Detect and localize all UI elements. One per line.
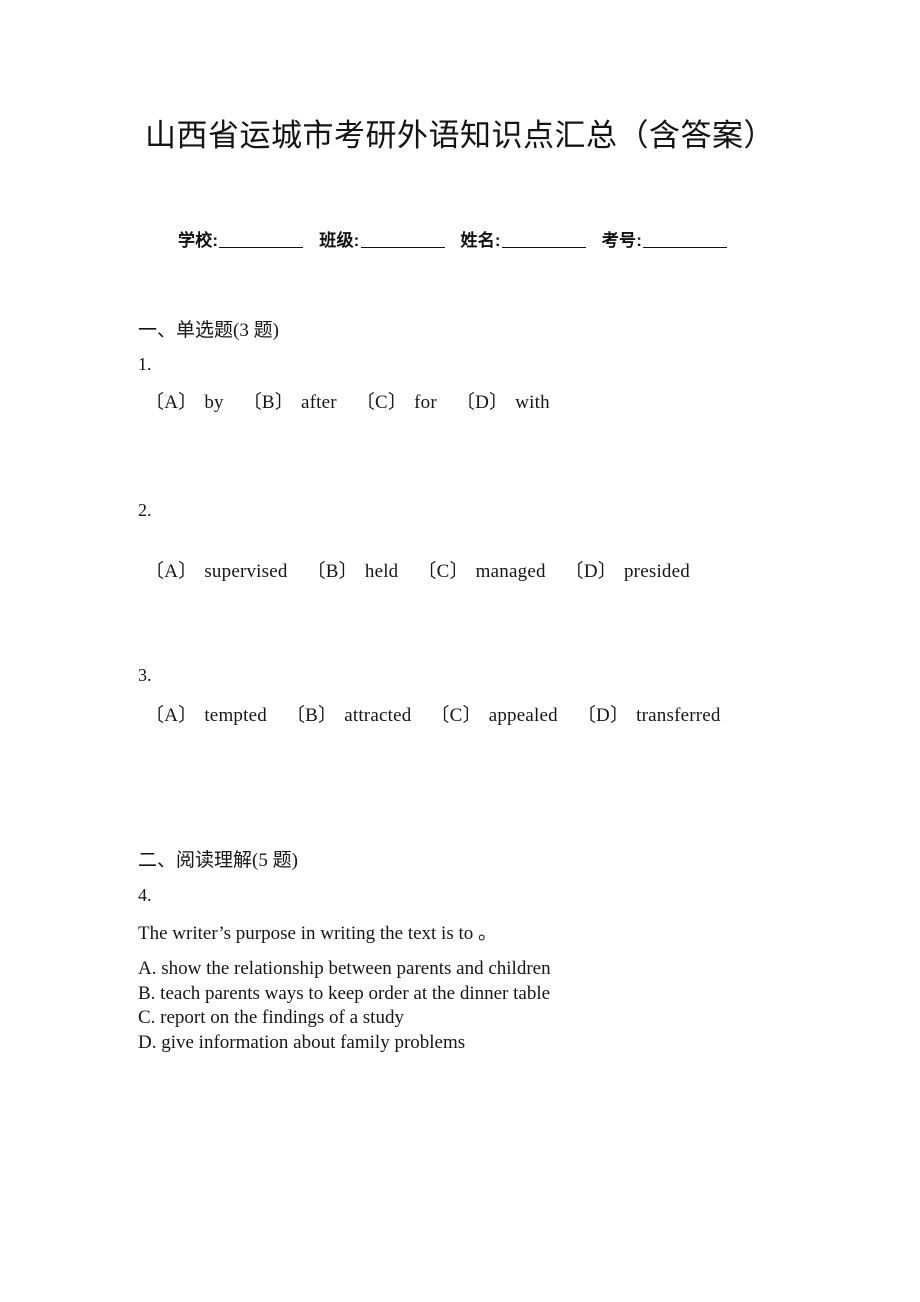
option-key-2b[interactable]: 〔B〕 <box>307 558 358 585</box>
info-blank-name[interactable] <box>501 233 586 248</box>
option-key-3a[interactable]: 〔A〕 <box>145 702 197 729</box>
student-info-line: 学校: 班级: 姓名: 考号: <box>178 226 748 251</box>
option-text-3d[interactable]: transferred <box>636 702 720 729</box>
option-key-1c[interactable]: 〔C〕 <box>356 389 407 416</box>
info-blank-class[interactable] <box>360 233 445 248</box>
question-number-1: 1. <box>138 354 152 374</box>
question-4-stem: The writer’s purpose in writing the text… <box>138 923 498 944</box>
option-4b[interactable]: B. teach parents ways to keep order at t… <box>138 982 551 1007</box>
info-label-school: 学校: <box>178 231 219 250</box>
option-text-2d[interactable]: presided <box>624 558 690 585</box>
option-key-2c[interactable]: 〔C〕 <box>417 558 468 585</box>
question-number-4: 4. <box>138 885 152 905</box>
question-2-options: 〔A〕 supervised 〔B〕 held 〔C〕 managed 〔D〕 preside… <box>145 558 690 585</box>
option-text-3c[interactable]: appealed <box>489 702 558 729</box>
info-field-name: 姓名: <box>461 226 586 251</box>
info-field-class: 班级: <box>319 226 445 251</box>
question-number-3: 3. <box>138 665 152 685</box>
info-field-school: 学校: <box>178 226 304 251</box>
info-blank-school[interactable] <box>219 233 304 248</box>
option-text-2b[interactable]: held <box>365 558 399 585</box>
info-label-name: 姓名: <box>460 231 501 250</box>
option-text-2a[interactable]: supervised <box>204 558 287 585</box>
option-key-3b[interactable]: 〔B〕 <box>286 702 337 729</box>
option-key-3c[interactable]: 〔C〕 <box>430 702 481 729</box>
option-key-3d[interactable]: 〔D〕 <box>577 702 629 729</box>
page-title: 山西省运城市考研外语知识点汇总（含答案） <box>145 118 775 153</box>
question-number-2: 2. <box>138 500 152 520</box>
option-key-2a[interactable]: 〔A〕 <box>145 558 197 585</box>
option-text-1d[interactable]: with <box>515 389 550 416</box>
option-text-1c[interactable]: for <box>414 389 437 416</box>
option-key-2d[interactable]: 〔D〕 <box>565 558 617 585</box>
question-4-options: A. show the relationship between parents… <box>138 957 551 1055</box>
option-text-2c[interactable]: managed <box>476 558 546 585</box>
info-blank-exam-number[interactable] <box>643 233 728 248</box>
section-heading-single-choice: 一、单选题(3 题) <box>138 320 279 341</box>
option-4d[interactable]: D. give information about family problem… <box>138 1031 551 1056</box>
option-text-1b[interactable]: after <box>301 389 337 416</box>
question-1-options: 〔A〕 by 〔B〕 after 〔C〕 for 〔D〕 with <box>145 389 550 416</box>
option-text-3b[interactable]: attracted <box>344 702 411 729</box>
question-3-options: 〔A〕 tempted 〔B〕 attracted 〔C〕 appealed 〔D〕 tran… <box>145 702 721 729</box>
document-page: 山西省运城市考研外语知识点汇总（含答案） 学校: 班级: 姓名: 考号: 一、单… <box>0 0 920 1302</box>
info-label-exam-number: 考号: <box>601 231 643 250</box>
info-label-class: 班级: <box>319 231 360 250</box>
option-key-1a[interactable]: 〔A〕 <box>145 389 197 416</box>
option-text-3a[interactable]: tempted <box>204 702 267 729</box>
option-key-1b[interactable]: 〔B〕 <box>243 389 294 416</box>
option-4c[interactable]: C. report on the findings of a study <box>138 1006 551 1031</box>
info-field-exam-number: 考号: <box>601 226 728 251</box>
option-key-1d[interactable]: 〔D〕 <box>456 389 508 416</box>
option-text-1a[interactable]: by <box>204 389 223 416</box>
option-4a[interactable]: A. show the relationship between parents… <box>138 957 551 982</box>
section-heading-reading-comprehension: 二、阅读理解(5 题) <box>138 850 298 871</box>
